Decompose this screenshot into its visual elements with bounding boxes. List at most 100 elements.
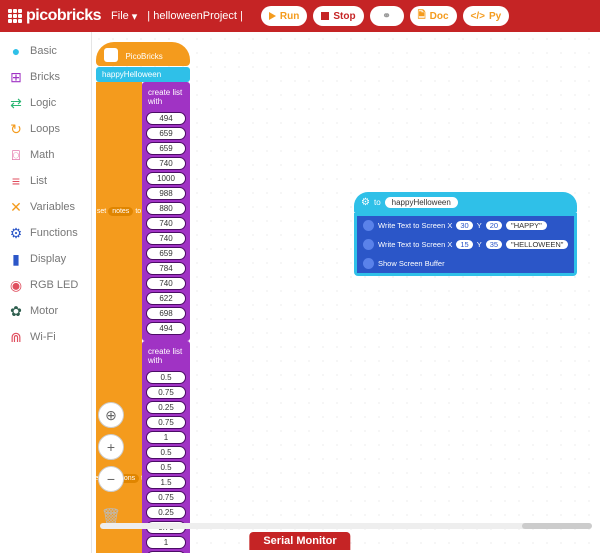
- list-value[interactable]: 1.5: [146, 476, 186, 489]
- category-label: List: [30, 175, 47, 187]
- sidebar-item-rgb-led[interactable]: ◉ RGB LED: [0, 272, 91, 298]
- zoom-in-button[interactable]: +: [98, 434, 124, 460]
- category-label: Motor: [30, 305, 58, 317]
- category-label: Math: [30, 149, 54, 161]
- chevron-down-icon: ▾: [132, 10, 138, 23]
- target-icon: ⊕: [105, 407, 117, 424]
- category-icon: ⚙: [8, 225, 24, 241]
- category-icon: ⋒: [8, 329, 24, 345]
- category-label: Logic: [30, 97, 56, 109]
- sidebar-item-basic[interactable]: ● Basic: [0, 38, 91, 64]
- center-button[interactable]: ⊕: [98, 402, 124, 428]
- list-value[interactable]: 659: [146, 142, 186, 155]
- stop-button[interactable]: Stop: [313, 6, 363, 26]
- block-icon: [363, 220, 374, 231]
- zoom-out-button[interactable]: −: [98, 466, 124, 492]
- list-value[interactable]: 0.5: [146, 371, 186, 384]
- display-command-block[interactable]: Write Text to Screen X15Y35"HELLOWEEN": [357, 235, 574, 254]
- sidebar-item-variables[interactable]: ✕ Variables: [0, 194, 91, 220]
- list-value[interactable]: 740: [146, 157, 186, 170]
- list-value[interactable]: 1: [146, 431, 186, 444]
- run-button[interactable]: Run: [261, 6, 307, 26]
- logo-icon: [8, 9, 22, 23]
- create-list-durations[interactable]: create list with 0.50.750.250.7510.50.51…: [142, 341, 190, 553]
- category-icon: ●: [8, 43, 24, 59]
- plus-icon: +: [107, 439, 115, 455]
- list-value[interactable]: 1000: [146, 172, 186, 185]
- list-value[interactable]: 1: [146, 536, 186, 549]
- category-label: RGB LED: [30, 279, 78, 291]
- category-label: Functions: [30, 227, 78, 239]
- project-name: | helloweenProject |: [147, 10, 243, 22]
- sidebar-item-logic[interactable]: ⇄ Logic: [0, 90, 91, 116]
- category-icon: ◉: [8, 277, 24, 293]
- block-icon: [104, 48, 118, 62]
- horizontal-scrollbar[interactable]: [100, 523, 592, 529]
- minus-icon: −: [107, 471, 115, 487]
- list-value[interactable]: 698: [146, 307, 186, 320]
- list-value[interactable]: 659: [146, 127, 186, 140]
- list-value[interactable]: 0.5: [146, 446, 186, 459]
- link-icon: ⚭: [382, 11, 390, 22]
- sidebar-item-display[interactable]: ▮ Display: [0, 246, 91, 272]
- function-hat[interactable]: ⚙ to happyHelloween: [354, 192, 577, 213]
- sidebar-item-motor[interactable]: ✿ Motor: [0, 298, 91, 324]
- create-list-notes[interactable]: create list with 49465965974010009888807…: [142, 82, 190, 341]
- zoom-controls: ⊕ + − 🗑: [98, 402, 124, 532]
- list-value[interactable]: 659: [146, 247, 186, 260]
- call-function-block[interactable]: happyHelloween: [96, 67, 190, 82]
- list-value[interactable]: 0.75: [146, 491, 186, 504]
- brand-logo: picobricks: [8, 7, 101, 25]
- category-icon: ⇄: [8, 95, 24, 111]
- serial-monitor-button[interactable]: Serial Monitor: [249, 532, 350, 550]
- list-value[interactable]: 880: [146, 202, 186, 215]
- scrollbar-thumb[interactable]: [522, 523, 592, 529]
- list-value[interactable]: 494: [146, 322, 186, 335]
- list-value[interactable]: 0.25: [146, 401, 186, 414]
- list-value[interactable]: 988: [146, 187, 186, 200]
- picobricks-hat-block[interactable]: PicoBricks: [96, 42, 190, 66]
- list-value[interactable]: 740: [146, 277, 186, 290]
- category-label: Variables: [30, 201, 75, 213]
- stop-icon: [321, 12, 329, 20]
- display-command-block[interactable]: Show Screen Buffer: [357, 254, 574, 273]
- file-menu[interactable]: File▾: [111, 10, 137, 23]
- sidebar-item-loops[interactable]: ↻ Loops: [0, 116, 91, 142]
- list-value[interactable]: 622: [146, 292, 186, 305]
- sidebar-item-bricks[interactable]: ⊞ Bricks: [0, 64, 91, 90]
- list-value[interactable]: 740: [146, 232, 186, 245]
- list-value[interactable]: 0.75: [146, 416, 186, 429]
- play-icon: [269, 12, 276, 20]
- list-value[interactable]: 784: [146, 262, 186, 275]
- sidebar-item-list[interactable]: ≡List: [0, 168, 91, 194]
- category-icon: ⊞: [8, 69, 24, 85]
- set-notes-block[interactable]: setnotesto: [96, 82, 142, 341]
- category-label: Basic: [30, 45, 57, 57]
- category-label: Loops: [30, 123, 60, 135]
- category-icon: ✿: [8, 303, 24, 319]
- connect-button[interactable]: ⚭: [370, 6, 404, 26]
- category-icon: ✕: [8, 199, 24, 215]
- list-value[interactable]: 0.25: [146, 506, 186, 519]
- category-label: Bricks: [30, 71, 60, 83]
- list-value[interactable]: 0.75: [146, 386, 186, 399]
- list-value[interactable]: 740: [146, 217, 186, 230]
- workspace[interactable]: PicoBricks happyHelloween setnotesto cre…: [92, 32, 600, 553]
- display-command-block[interactable]: Write Text to Screen X30Y20"HAPPY": [357, 216, 574, 235]
- category-label: Display: [30, 253, 66, 265]
- category-icon: ↻: [8, 121, 24, 137]
- brand-text: picobricks: [26, 7, 101, 25]
- category-sidebar: ● Basic ⊞ Bricks ⇄ Logic ↻ Loops ⌼Math≡List ✕ Vari…: [0, 32, 92, 553]
- list-value[interactable]: 494: [146, 112, 186, 125]
- py-button[interactable]: </> Py: [463, 6, 510, 26]
- sidebar-item-wi-fi[interactable]: ⋒Wi-Fi: [0, 324, 91, 350]
- block-icon: [363, 239, 374, 250]
- block-icon: [363, 258, 374, 269]
- category-icon: ▮: [8, 251, 24, 267]
- sidebar-item-functions[interactable]: ⚙ Functions: [0, 220, 91, 246]
- doc-button[interactable]: 🗎 Doc: [410, 6, 457, 26]
- function-definition-block[interactable]: ⚙ to happyHelloween Write Text to Screen…: [354, 192, 577, 276]
- gear-icon: ⚙: [361, 197, 370, 208]
- list-value[interactable]: 0.5: [146, 461, 186, 474]
- sidebar-item-math[interactable]: ⌼Math: [0, 142, 91, 168]
